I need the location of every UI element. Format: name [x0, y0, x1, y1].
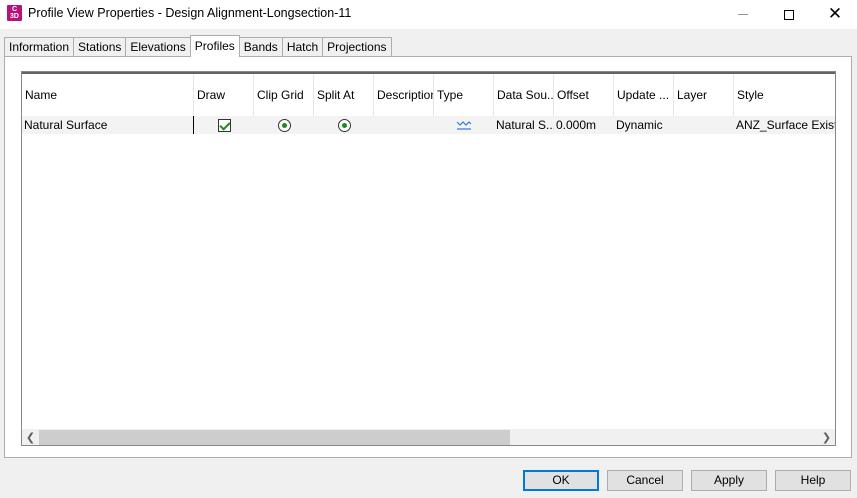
- column-header-update-mode[interactable]: Update ...: [614, 74, 674, 116]
- cell-split-at[interactable]: [314, 116, 374, 134]
- tab-hatch[interactable]: Hatch: [281, 37, 324, 57]
- tab-panel-profiles: Name Draw Clip Grid Split At Description…: [4, 56, 852, 458]
- column-header-name[interactable]: Name: [22, 74, 194, 116]
- minimize-button[interactable]: [720, 0, 766, 29]
- title-bar: C 3D Profile View Properties - Design Al…: [0, 0, 857, 29]
- scroll-right-icon[interactable]: ❯: [818, 429, 835, 445]
- cell-type: [434, 116, 494, 134]
- maximize-button[interactable]: [766, 0, 812, 29]
- table-row[interactable]: Natural Surface Natural S... 0.000m Dyna…: [22, 116, 835, 134]
- profiles-grid[interactable]: Name Draw Clip Grid Split At Description…: [21, 71, 836, 446]
- scroll-left-icon[interactable]: ❮: [22, 429, 39, 445]
- tab-strip: Information Stations Elevations Profiles…: [4, 35, 392, 57]
- tab-information[interactable]: Information: [4, 37, 75, 57]
- close-icon: ✕: [827, 4, 843, 24]
- column-header-layer[interactable]: Layer: [674, 74, 734, 116]
- cell-name[interactable]: Natural Surface: [22, 116, 194, 134]
- maximize-icon: [784, 9, 794, 20]
- ok-button[interactable]: OK: [523, 470, 599, 491]
- column-header-draw[interactable]: Draw: [194, 74, 254, 116]
- column-header-offset[interactable]: Offset: [554, 74, 614, 116]
- cell-style[interactable]: ANZ_Surface Existing: [734, 116, 835, 134]
- tab-profiles[interactable]: Profiles: [189, 35, 240, 57]
- cell-data-source[interactable]: Natural S...: [494, 116, 554, 134]
- column-header-type[interactable]: Type: [434, 74, 494, 116]
- window-title: Profile View Properties - Design Alignme…: [28, 6, 352, 20]
- cell-draw[interactable]: [194, 116, 254, 134]
- minimize-icon: [738, 14, 748, 15]
- cell-layer[interactable]: [674, 116, 734, 134]
- column-header-data-source[interactable]: Data Sou...: [494, 74, 554, 116]
- scrollbar-thumb[interactable]: [39, 430, 510, 445]
- draw-checkbox[interactable]: [217, 118, 231, 132]
- cell-update-mode[interactable]: Dynamic: [614, 116, 674, 134]
- tab-projections[interactable]: Projections: [322, 37, 392, 57]
- close-button[interactable]: ✕: [812, 0, 857, 29]
- tab-elevations[interactable]: Elevations: [125, 37, 191, 57]
- grid-header-row: Name Draw Clip Grid Split At Description…: [22, 74, 835, 116]
- column-header-description[interactable]: Description: [374, 74, 434, 116]
- column-header-style[interactable]: Style: [734, 74, 835, 116]
- help-button[interactable]: Help: [775, 470, 851, 491]
- tab-bands[interactable]: Bands: [238, 37, 283, 57]
- cancel-button[interactable]: Cancel: [607, 470, 683, 491]
- clip-grid-radio[interactable]: [277, 118, 291, 132]
- surface-profile-icon: [456, 121, 472, 130]
- civil3d-app-icon: C 3D: [7, 5, 22, 21]
- apply-button[interactable]: Apply: [691, 470, 767, 491]
- tab-stations[interactable]: Stations: [73, 37, 127, 57]
- cell-clip-grid[interactable]: [254, 116, 314, 134]
- cell-description[interactable]: [374, 116, 434, 134]
- split-at-radio[interactable]: [337, 118, 351, 132]
- column-header-split-at[interactable]: Split At: [314, 74, 374, 116]
- cell-offset[interactable]: 0.000m: [554, 116, 614, 134]
- horizontal-scrollbar[interactable]: ❮ ❯: [22, 429, 835, 445]
- column-header-clip-grid[interactable]: Clip Grid: [254, 74, 314, 116]
